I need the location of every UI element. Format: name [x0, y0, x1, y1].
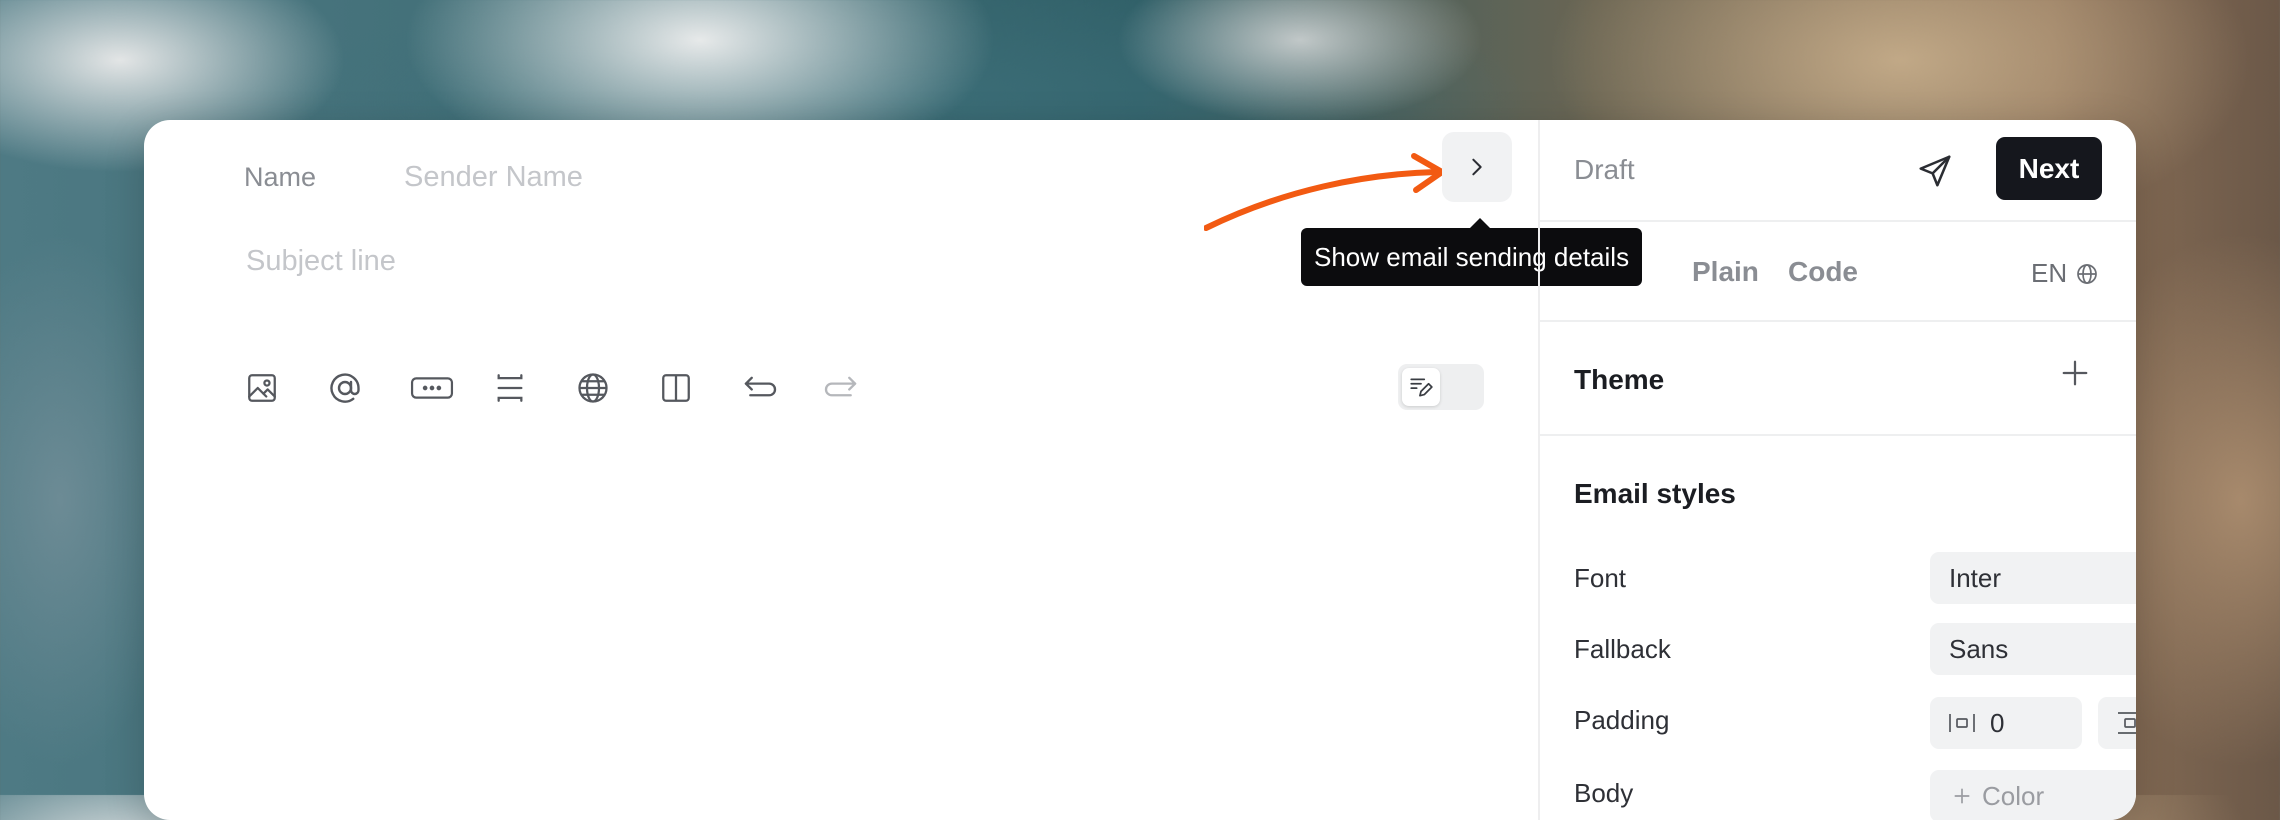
view-tabs: Plain Code EN [1540, 222, 2136, 322]
at-sign-icon [330, 373, 360, 403]
insert-button-button[interactable] [408, 368, 456, 408]
button-icon [410, 377, 454, 399]
body-label: Body [1574, 778, 1634, 808]
insert-columns-button[interactable] [656, 368, 696, 408]
padding-horizontal-icon [1949, 714, 1975, 732]
image-icon [248, 374, 276, 402]
fallback-value: Sans [1949, 633, 2009, 664]
undo-icon [744, 376, 777, 397]
body-color-value: Color [1982, 780, 2045, 811]
theme-section: Theme [1540, 322, 2136, 436]
edit-note-icon [1410, 378, 1433, 397]
redo-button[interactable] [822, 368, 862, 408]
edit-mode-toggle[interactable] [1398, 364, 1484, 410]
spacer-icon [497, 374, 523, 402]
insert-spacer-button[interactable] [490, 368, 530, 408]
chevron-right-icon [1472, 158, 1482, 176]
insert-image-button[interactable] [242, 368, 282, 408]
tab-plain[interactable]: Plain [1692, 256, 1759, 288]
email-editor-window: Name Show email sending details [144, 120, 2136, 820]
next-button[interactable]: Next [1996, 137, 2102, 200]
email-styles-title: Email styles [1574, 478, 1736, 509]
undo-button[interactable] [739, 368, 779, 408]
tab-code[interactable]: Code [1788, 256, 1858, 288]
sidebar-header: Draft Next [1540, 120, 2136, 222]
send-test-icon[interactable] [1916, 152, 1954, 190]
padding-label: Padding [1574, 705, 1670, 735]
insert-link-button[interactable] [573, 368, 613, 408]
theme-title: Theme [1574, 364, 1665, 395]
columns-icon [662, 374, 690, 402]
show-sending-details-button[interactable] [1442, 132, 1512, 202]
redo-icon [824, 376, 857, 397]
insert-mention-button[interactable] [325, 368, 365, 408]
font-value: Inter [1949, 562, 2002, 593]
globe-icon [2077, 263, 2097, 284]
status-label: Draft [1574, 154, 1635, 185]
font-select[interactable]: Inter [1930, 552, 2136, 604]
name-label: Name [244, 162, 317, 192]
editor-toolbar [242, 368, 905, 408]
toggle-knob [1402, 368, 1440, 406]
language-label: EN [2031, 258, 2068, 288]
globe-icon [578, 373, 608, 403]
padding-horizontal-value: 0 [1990, 707, 2005, 738]
padding-vertical-field[interactable]: 0 [2098, 697, 2136, 749]
padding-horizontal-field[interactable]: 0 [1930, 697, 2082, 749]
language-selector[interactable]: EN [2031, 258, 2099, 289]
editor-pane: Name Show email sending details [144, 120, 1643, 820]
fallback-label: Fallback [1574, 634, 1671, 664]
sender-name-input[interactable] [402, 154, 1006, 200]
add-theme-icon[interactable] [2060, 358, 2090, 388]
padding-vertical-icon [2118, 712, 2136, 734]
subject-line-input[interactable] [244, 238, 1048, 284]
font-label: Font [1574, 563, 1627, 593]
body-color-field[interactable]: Color [1930, 770, 2136, 820]
plus-icon [1954, 788, 1970, 804]
settings-sidebar: Draft Next Plain Code EN Theme Email sty… [1538, 120, 2136, 820]
fallback-select[interactable]: Sans [1930, 623, 2136, 675]
